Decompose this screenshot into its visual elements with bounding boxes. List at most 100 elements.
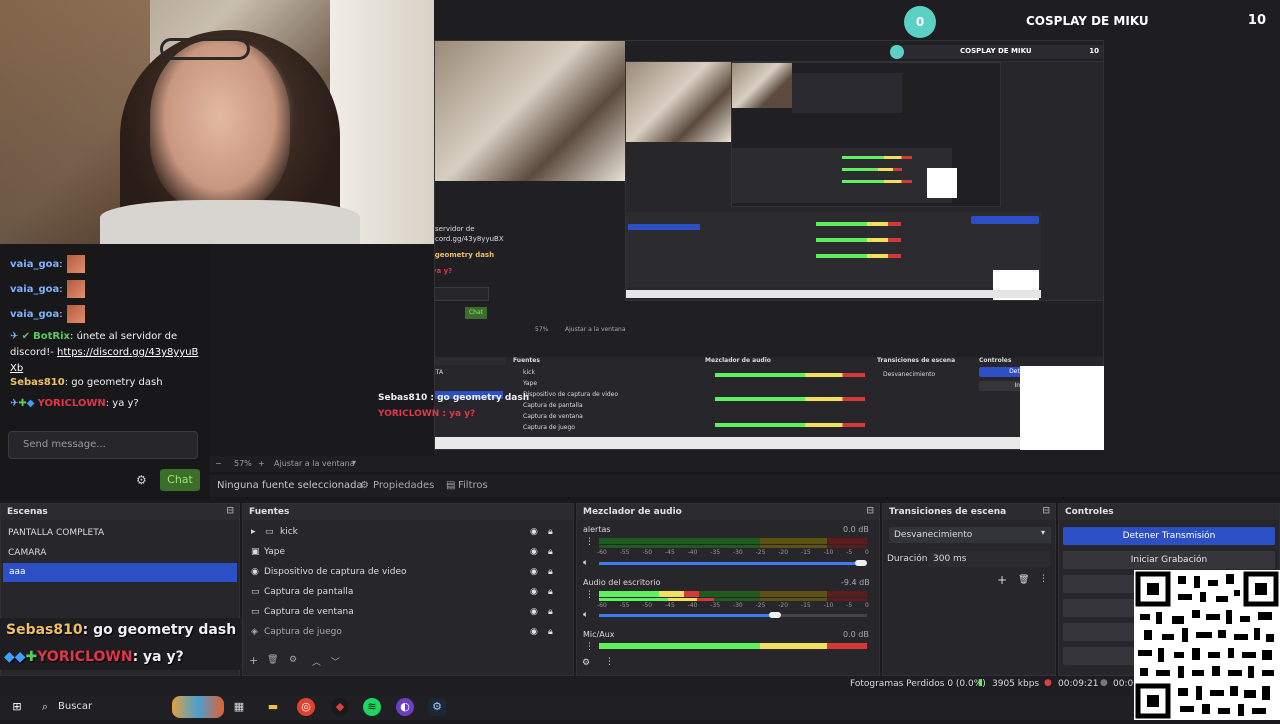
fit-window-select[interactable]: Ajustar a la ventana (274, 459, 355, 468)
goal-progress: 0 (904, 6, 936, 38)
gear-icon[interactable]: ⚙ (136, 473, 147, 487)
lock-icon[interactable]: 🔒︎ (548, 567, 553, 577)
gear-icon[interactable]: ⚙ (582, 658, 590, 668)
dock-menu-icon[interactable]: ⊟ (1042, 506, 1050, 516)
qr-code-image (1135, 571, 1279, 719)
properties-button[interactable]: Propiedades (373, 480, 434, 491)
scene-item-selected[interactable]: aaa (3, 563, 237, 582)
channel-menu-icon[interactable]: ⋮ (585, 590, 594, 600)
source-item[interactable]: Captura de juego (264, 627, 342, 637)
eye-icon[interactable]: ◉ (530, 547, 538, 557)
eye-icon[interactable]: ◉ (530, 567, 538, 577)
lock-icon[interactable]: 🔒︎ (548, 627, 553, 637)
lock-icon[interactable]: 🔒︎ (548, 547, 553, 557)
volume-knob[interactable] (855, 560, 867, 566)
eye-icon[interactable]: ◉ (530, 627, 538, 637)
lock-icon[interactable]: 🔒︎ (548, 527, 553, 537)
add-source-icon[interactable]: + (249, 654, 258, 667)
chevron-down-icon[interactable]: ﹀ (331, 655, 340, 668)
speaker-icon[interactable]: 🔈︎ (583, 558, 588, 568)
zoom-in-icon[interactable]: + (258, 459, 265, 468)
menu-dots-icon[interactable]: ⋮ (1039, 574, 1048, 584)
clover-icon: ✚ (18, 398, 27, 409)
file-explorer-icon[interactable]: ▬ (264, 698, 282, 716)
source-item[interactable]: Dispositivo de captura de video (264, 567, 407, 577)
gem-icon: ◆◆ (4, 649, 26, 665)
channel-menu-icon[interactable]: ⋮ (585, 537, 594, 547)
emote-icon (66, 305, 85, 323)
obs-preview[interactable]: 0 COSPLAY DE MIKU 10 COSPLAY DE MIKU 10 (378, 0, 1280, 456)
gear-icon[interactable]: ⚙ (289, 655, 297, 665)
source-item[interactable]: Captura de ventana (264, 607, 354, 617)
nested-capture-2 (625, 61, 1103, 301)
volume-knob[interactable] (769, 612, 781, 618)
lock-icon[interactable]: 🔒︎ (548, 607, 553, 617)
channel-db: 0.0 dB (843, 630, 869, 639)
goal-banner: 0 COSPLAY DE MIKU 10 (904, 6, 1280, 38)
steam-icon[interactable]: ⚙ (428, 698, 446, 716)
add-transition-icon[interactable]: + (997, 573, 1007, 587)
nested-capture-1: COSPLAY DE MIKU 10 servidor de cord.gg/4… (434, 40, 1104, 450)
volume-slider[interactable] (599, 562, 857, 565)
windows-start-icon[interactable]: ⊞ (8, 698, 26, 716)
eye-icon[interactable]: ◉ (530, 527, 538, 537)
chat-send-button[interactable]: Chat (160, 469, 200, 491)
transition-select[interactable]: Desvanecimiento (889, 527, 1051, 543)
transitions-dock: Transiciones de escena ⊟ Desvanecimiento … (882, 503, 1056, 676)
task-view-icon[interactable]: ▦ (230, 698, 248, 716)
chat-panel: vaia_goa: vaia_goa: vaia_goa: ✈ ✔ BotRix… (0, 244, 210, 500)
eye-icon[interactable]: ◉ (530, 607, 538, 617)
sword-icon: ✈ (10, 331, 19, 342)
app-icon[interactable]: ◆ (331, 698, 349, 716)
chevron-up-icon[interactable]: ︿ (312, 655, 321, 668)
qr-code (1134, 570, 1280, 720)
channel-db: -9.4 dB (841, 578, 870, 587)
search-icon[interactable]: ⌕ (36, 698, 54, 716)
start-recording-button[interactable]: Iniciar Grabación (1063, 551, 1275, 569)
qr-mini-1 (1020, 366, 1104, 450)
dock-menu-icon[interactable]: ⊟ (226, 506, 234, 516)
status-bar: Fotogramas Perdidos 0 (0.0%) ▮ 3905 kbps… (0, 676, 1280, 694)
scene-item[interactable]: PANTALLA COMPLETA (8, 528, 104, 538)
chat-input[interactable]: Send message... (8, 431, 198, 459)
no-source-label: Ninguna fuente seleccionada (217, 480, 363, 491)
spotify-icon[interactable]: ≋ (363, 698, 381, 716)
scene-item[interactable]: CAMARA (8, 548, 46, 558)
windows-taskbar: ⊞ ⌕ Buscar ▦ ▬ ◎ ◆ ≋ ◐ ⚙ (0, 694, 1280, 720)
duration-input[interactable]: 300 ms (929, 551, 1051, 567)
source-item[interactable]: kick (280, 527, 298, 537)
obs-icon[interactable]: ◐ (396, 698, 414, 716)
trash-icon[interactable]: 🗑︎ (267, 655, 278, 665)
webcam-feed (0, 0, 434, 244)
volume-slider[interactable] (599, 614, 771, 617)
sources-title: Fuentes (243, 504, 573, 520)
folder-icon: ▭ (265, 527, 274, 537)
taskbar-search[interactable]: Buscar (58, 701, 92, 712)
zoom-out-icon[interactable]: − (215, 459, 222, 468)
camera-icon: ◉ (251, 567, 259, 577)
gamepad-icon: ◈ (251, 627, 258, 637)
menu-dots-icon[interactable]: ⋮ (605, 657, 614, 667)
channel-menu-icon[interactable]: ⋮ (585, 642, 594, 652)
nested-webcam-1 (435, 41, 625, 181)
bitrate: 3905 kbps (992, 679, 1040, 689)
chevron-down-icon[interactable]: ▾ (1041, 528, 1045, 537)
chevron-down-icon[interactable]: ▾ (352, 458, 356, 467)
trash-icon[interactable]: 🗑︎ (1018, 575, 1029, 585)
widget-icon[interactable] (172, 696, 224, 718)
stop-stream-button[interactable]: Detener Transmisión (1063, 527, 1275, 545)
speaker-icon[interactable]: 🔈︎ (583, 610, 588, 620)
lock-icon[interactable]: 🔒︎ (548, 587, 553, 597)
expand-icon[interactable]: ▸ (251, 527, 256, 537)
clover-icon: ✚ (25, 649, 38, 665)
dock-menu-icon[interactable]: ⊟ (866, 506, 874, 516)
filters-button[interactable]: Filtros (458, 480, 488, 491)
source-item[interactable]: Captura de pantalla (264, 587, 353, 597)
eye-icon[interactable]: ◉ (530, 587, 538, 597)
chat-message: ✈ ✔ BotRix: únete al servidor de discord… (10, 331, 199, 374)
record-dot-icon: ● (1100, 678, 1108, 688)
zoom-bar: − 57% + Ajustar a la ventana ▾ (210, 456, 1280, 472)
source-item[interactable]: Yape (264, 547, 285, 557)
chrome-icon[interactable]: ◎ (297, 698, 315, 716)
mixer-title: Mezclador de audio ⊟ (577, 504, 879, 520)
